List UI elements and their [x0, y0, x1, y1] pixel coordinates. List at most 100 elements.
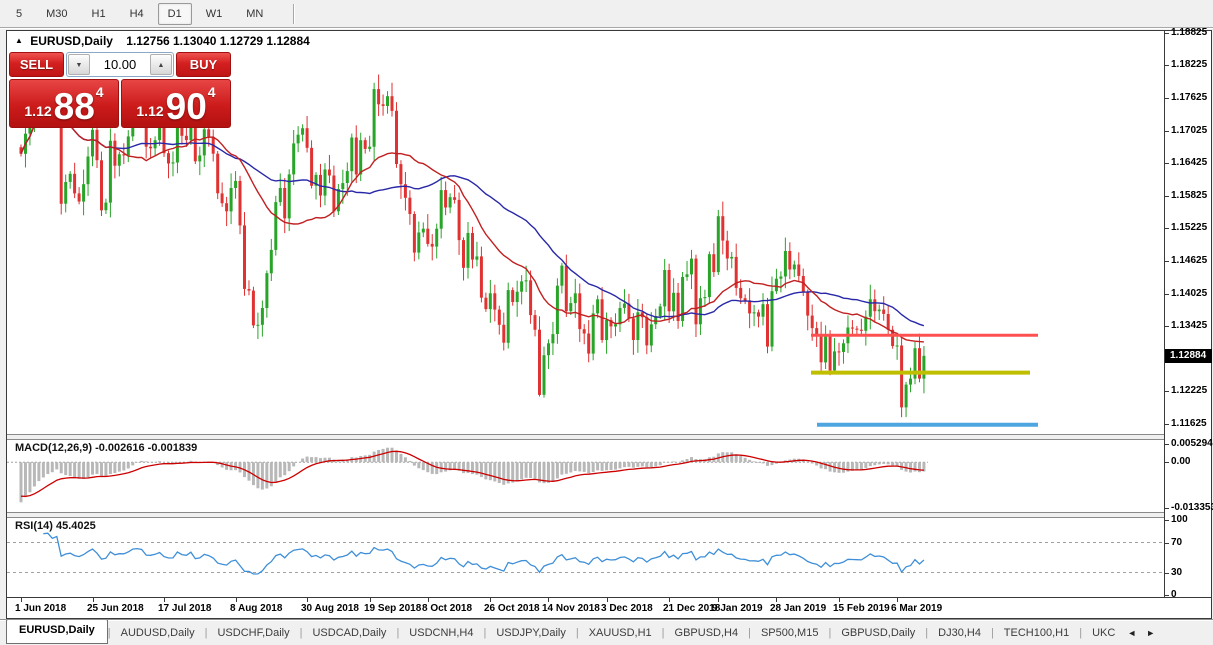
date-tick-mark	[776, 598, 777, 602]
price-axis-label: 1.15225	[1165, 222, 1207, 234]
price-axis-label: 1.12225	[1165, 385, 1207, 397]
tab-audusd-daily[interactable]: AUDUSD,Daily	[111, 623, 205, 643]
buy-button[interactable]: BUY	[176, 52, 231, 77]
date-label: 28 Jan 2019	[770, 603, 826, 614]
date-tick-mark	[93, 598, 94, 602]
price-axis-label: 1.15825	[1165, 190, 1207, 202]
price-axis-label: 1.16425	[1165, 157, 1207, 169]
toolbar-separator	[293, 4, 295, 24]
chart-ohlc-values: 1.12756 1.13040 1.12729 1.12884	[126, 34, 310, 48]
date-tick-mark	[370, 598, 371, 602]
date-label: 6 Mar 2019	[891, 603, 942, 614]
tab-usdjpy-daily[interactable]: USDJPY,Daily	[486, 623, 576, 643]
tab-tech100-h1[interactable]: TECH100,H1	[994, 623, 1079, 643]
chart-title: ▲ EURUSD,Daily 1.12756 1.13040 1.12729 1…	[15, 34, 310, 48]
date-label: 14 Nov 2018	[542, 603, 600, 614]
macd-axis-label: -0.013353	[1165, 502, 1213, 514]
date-label: 3 Dec 2018	[601, 603, 653, 614]
timeframe-toolbar: 5M30H1H4D1W1MN	[0, 0, 1213, 28]
volume-stepper: ▼ ▲	[66, 52, 174, 77]
date-label: 30 Aug 2018	[301, 603, 359, 614]
one-click-trade-panel: SELL ▼ ▲ BUY 1.12 88 4 1.12 90 4	[9, 52, 231, 128]
chart-window: ▲ EURUSD,Daily 1.12756 1.13040 1.12729 1…	[6, 30, 1212, 619]
date-label: 25 Jun 2018	[87, 603, 144, 614]
rsi-indicator-panel[interactable]: RSI(14) 45.4025	[7, 518, 1164, 597]
tab-usdchf-daily[interactable]: USDCHF,Daily	[207, 623, 299, 643]
price-axis-label: 1.18225	[1165, 59, 1207, 71]
volume-increase-button[interactable]: ▲	[150, 54, 172, 75]
timeframe-button-w1[interactable]: W1	[196, 3, 233, 25]
date-label: 15 Feb 2019	[833, 603, 890, 614]
macd-indicator-panel[interactable]: MACD(12,26,9) -0.002616 -0.001839	[7, 440, 1164, 512]
rsi-label: RSI(14) 45.4025	[15, 520, 96, 532]
volume-decrease-button[interactable]: ▼	[68, 54, 90, 75]
buy-price-big-digits: 90	[166, 92, 207, 122]
price-axis[interactable]: 1.188251.182251.176251.170251.164251.158…	[1164, 31, 1211, 597]
buy-price-pip-sup: 4	[208, 84, 216, 100]
volume-input[interactable]	[91, 53, 149, 76]
date-tick-mark	[490, 598, 491, 602]
tab-eurusd-daily[interactable]: EURUSD,Daily	[6, 619, 108, 644]
sell-button[interactable]: SELL	[9, 52, 64, 77]
macd-label: MACD(12,26,9) -0.002616 -0.001839	[15, 442, 197, 454]
date-tick-mark	[548, 598, 549, 602]
date-tick-mark	[428, 598, 429, 602]
price-axis-label: 1.13425	[1165, 320, 1207, 332]
current-price-tag: 1.12884	[1165, 349, 1212, 363]
tab-xauusd-h1[interactable]: XAUUSD,H1	[579, 623, 662, 643]
date-tick-mark	[669, 598, 670, 602]
tab-scroll-controls: ◄►	[1127, 628, 1161, 638]
buy-price-prefix: 1.12	[136, 103, 163, 119]
price-axis-label: 1.18825	[1165, 27, 1207, 39]
date-tick-mark	[839, 598, 840, 602]
timeframe-button-d1[interactable]: D1	[158, 3, 192, 25]
tab-usdcad-daily[interactable]: USDCAD,Daily	[302, 623, 396, 643]
tabs-scroll-left-icon[interactable]: ◄	[1127, 628, 1136, 638]
sell-price-prefix: 1.12	[24, 103, 51, 119]
sell-price-big-digits: 88	[54, 92, 95, 122]
date-label: 8 Oct 2018	[422, 603, 472, 614]
date-tick-mark	[718, 598, 719, 602]
date-tick-mark	[307, 598, 308, 602]
date-tick-mark	[21, 598, 22, 602]
macd-axis-label: 0.005294	[1165, 438, 1213, 450]
macd-axis-label: 0.00	[1165, 456, 1190, 468]
tab-usdcnh-h4[interactable]: USDCNH,H4	[399, 623, 483, 643]
date-tick-mark	[164, 598, 165, 602]
date-tick-mark	[607, 598, 608, 602]
date-label: 1 Jun 2018	[15, 603, 66, 614]
tab-gbpusd-h4[interactable]: GBPUSD,H4	[665, 623, 749, 643]
symbol-tab-bar: EURUSD,Daily|AUDUSD,Daily|USDCHF,Daily|U…	[0, 619, 1213, 645]
timeframe-button-5[interactable]: 5	[6, 3, 32, 25]
price-axis-label: 1.11625	[1165, 418, 1207, 430]
timeframe-button-h4[interactable]: H4	[120, 3, 154, 25]
price-axis-label: 1.17625	[1165, 92, 1207, 104]
date-label: 9 Jan 2019	[712, 603, 763, 614]
date-tick-mark	[897, 598, 898, 602]
rsi-axis-label: 70	[1165, 537, 1182, 549]
date-tick-mark	[236, 598, 237, 602]
rsi-axis-label: 100	[1165, 514, 1188, 526]
date-label: 17 Jul 2018	[158, 603, 211, 614]
chart-symbol-label: EURUSD,Daily	[30, 34, 113, 48]
timeframe-button-mn[interactable]: MN	[236, 3, 273, 25]
sell-price-display[interactable]: 1.12 88 4	[9, 79, 119, 128]
mt4-window: { "toolbar": { "items": ["5", "M30", "H1…	[0, 0, 1213, 645]
tab-ukc[interactable]: UKC	[1082, 623, 1125, 643]
tab-dj30-h4[interactable]: DJ30,H4	[928, 623, 991, 643]
buy-price-display[interactable]: 1.12 90 4	[121, 79, 231, 128]
tab-gbpusd-daily[interactable]: GBPUSD,Daily	[831, 623, 925, 643]
tab-sp500-m15[interactable]: SP500,M15	[751, 623, 828, 643]
price-axis-label: 1.14025	[1165, 288, 1207, 300]
tabs-scroll-right-icon[interactable]: ►	[1146, 628, 1155, 638]
price-axis-label: 1.14625	[1165, 255, 1207, 267]
date-label: 19 Sep 2018	[364, 603, 421, 614]
rsi-axis-label: 30	[1165, 567, 1182, 579]
date-axis[interactable]: 1 Jun 2018 25 Jun 2018 17 Jul 2018 8 Aug 20…	[7, 597, 1211, 618]
one-click-panel-toggle-icon[interactable]: ▲	[15, 36, 23, 45]
date-label: 8 Aug 2018	[230, 603, 282, 614]
price-axis-label: 1.17025	[1165, 125, 1207, 137]
date-label: 26 Oct 2018	[484, 603, 540, 614]
timeframe-button-m30[interactable]: M30	[36, 3, 77, 25]
timeframe-button-h1[interactable]: H1	[82, 3, 116, 25]
